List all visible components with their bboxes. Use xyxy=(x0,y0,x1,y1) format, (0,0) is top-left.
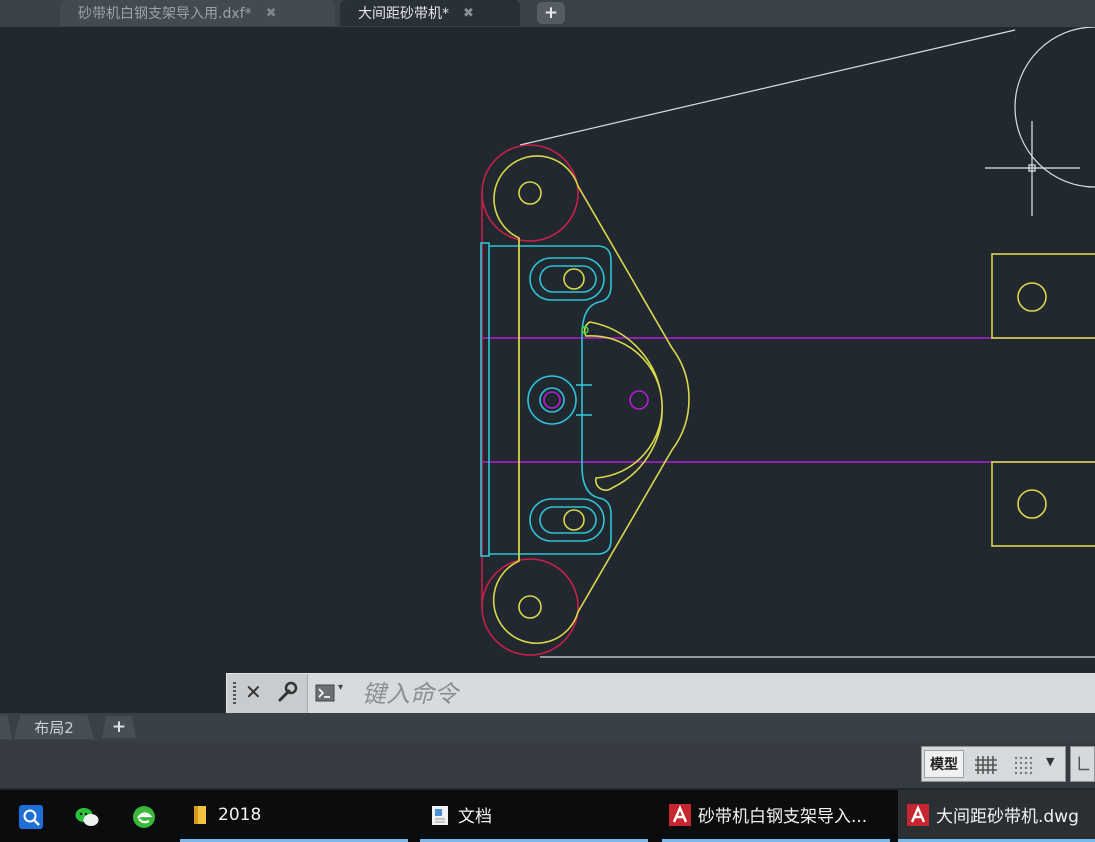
tab-label: 大间距砂带机* xyxy=(358,6,449,22)
taskbar-item-autocad-dwg[interactable]: 大间距砂带机.dwg xyxy=(898,790,1095,842)
os-taskbar: 2018 文档 砂带机白钢支架导入... 大间距砂带机.dwg xyxy=(0,790,1095,842)
status-bar: 模型 ▼ xyxy=(0,741,1095,788)
close-icon[interactable]: ✕ xyxy=(245,680,262,704)
command-line: ✕ ▾ xyxy=(226,673,1095,714)
layout-tab-previous[interactable] xyxy=(0,715,12,739)
chevron-down-icon[interactable]: ▼ xyxy=(1046,755,1054,768)
status-toggle-group: 模型 ▼ xyxy=(921,746,1066,782)
document-icon xyxy=(432,805,448,825)
snap-grid-icon[interactable] xyxy=(1012,754,1036,776)
drawing-canvas[interactable] xyxy=(0,27,1095,687)
command-input[interactable] xyxy=(360,676,1064,712)
canvas-background xyxy=(0,27,1095,687)
tab-layout2[interactable]: 布局2 xyxy=(14,715,94,739)
tab-drawing-active[interactable]: 大间距砂带机* ✖ xyxy=(340,0,520,26)
search-icon[interactable] xyxy=(18,804,44,830)
model-space-button[interactable]: 模型 xyxy=(924,750,964,778)
close-icon[interactable]: ✖ xyxy=(463,6,474,21)
wechat-icon[interactable] xyxy=(74,804,100,830)
taskbar-item-label: 2018 xyxy=(218,804,262,825)
autocad-icon xyxy=(907,803,929,826)
document-tab-bar: 砂带机白钢支架导入用.dxf* ✖ 大间距砂带机* ✖ + xyxy=(0,0,1095,28)
autocad-icon xyxy=(669,803,691,826)
taskbar-item-autocad-dxf[interactable]: 砂带机白钢支架导入... xyxy=(662,790,890,842)
command-prompt: ▾ xyxy=(307,674,1095,714)
layout-tab-bar: 布局2 + xyxy=(0,713,1095,741)
wrench-icon[interactable] xyxy=(276,680,298,704)
browser-icon[interactable] xyxy=(131,804,157,830)
tab-label: 砂带机白钢支架导入用.dxf* xyxy=(78,6,252,22)
add-layout-button[interactable]: + xyxy=(102,716,136,738)
taskbar-item-document[interactable]: 文档 xyxy=(420,790,648,842)
tab-drawing-dxf[interactable]: 砂带机白钢支架导入用.dxf* ✖ xyxy=(60,0,335,26)
taskbar-item-folder[interactable]: 2018 xyxy=(180,790,408,842)
taskbar-item-label: 砂带机白钢支架导入... xyxy=(698,807,868,827)
new-tab-button[interactable]: + xyxy=(537,2,565,24)
terminal-icon[interactable] xyxy=(315,684,335,702)
taskbar-item-label: 文档 xyxy=(458,807,492,827)
drag-handle-icon[interactable] xyxy=(233,682,236,706)
folder-icon xyxy=(194,805,206,824)
grid-icon[interactable] xyxy=(974,754,998,776)
close-icon[interactable]: ✖ xyxy=(266,6,277,21)
ortho-mode-icon[interactable] xyxy=(1070,746,1095,782)
taskbar-item-label: 大间距砂带机.dwg xyxy=(936,807,1079,827)
chevron-down-icon[interactable]: ▾ xyxy=(338,682,343,693)
